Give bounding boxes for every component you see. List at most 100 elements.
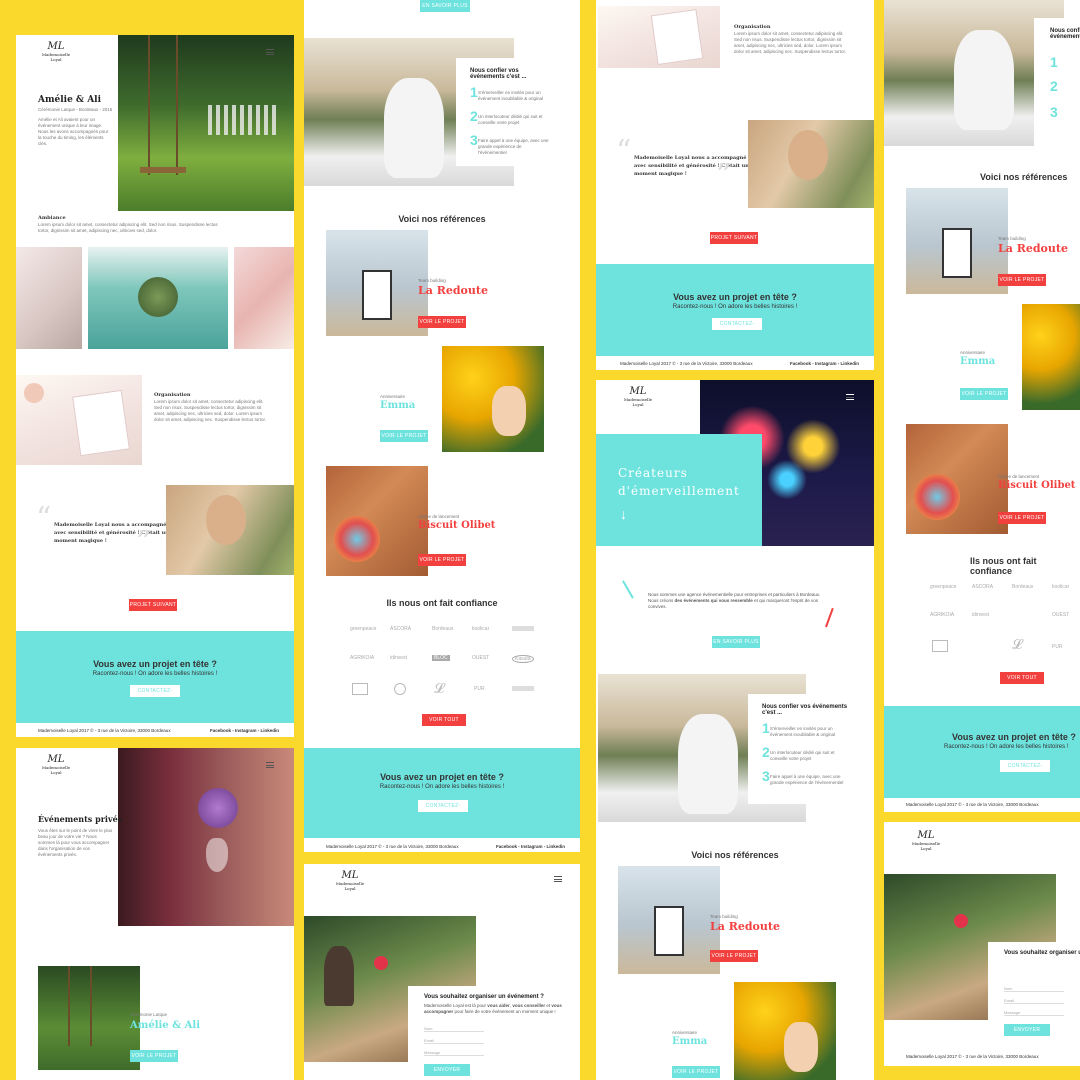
email-field[interactable]: Email [1004,998,1064,1004]
footer-address: Mademoiselle Loyal 2017 © - 3 rue de la … [326,844,459,849]
cta-band: Vous avez un projet en tête ? Racontez-n… [304,748,580,838]
orga-title: Organisation [734,24,771,30]
quote-mark-close: ” [716,158,732,193]
logo[interactable]: ML Mademoiselle Loyal [36,41,76,62]
ref-photo-redoute [618,866,720,974]
refs-title: Voici nos références [980,172,1068,182]
orga-text: Lorem ipsum dolor sit amet, consectetur … [734,31,847,54]
menu-icon[interactable] [554,876,562,882]
ref-name-1: La Redoute [418,284,488,297]
trust-card: Nous confier vos événements c'est ... 1 … [1034,18,1080,148]
partner-logo: greenpeace [350,626,377,632]
partner-logo [512,626,534,631]
ref-kicker: Cérémonie Laïque [130,1012,168,1017]
view-project-button-2[interactable]: VOIR LE PROJET [380,430,428,442]
message-field[interactable]: Message [424,1050,484,1056]
menu-icon[interactable] [266,762,274,768]
partner-logo: 𝓛 [1012,636,1023,652]
learn-more-button[interactable]: EN SAVOIR PLUS [712,636,760,648]
partner-logo: ASCORA [390,626,412,632]
cta-subtitle: Racontez-nous ! On adore les belles hist… [672,304,798,310]
learn-more-button[interactable]: EN SAVOIR PLUS [420,0,470,12]
logo[interactable]: ML Mademoiselle Loyal [618,386,658,407]
footer-address: Mademoiselle Loyal 2017 © - 3 rue de la … [38,728,171,733]
project-intro: Amélie et Ali avaient pour un événement … [38,117,109,146]
see-all-button[interactable]: VOIR TOUT [422,714,466,726]
partner-logo: greenpeace [930,584,957,590]
flower-vase-photo [118,748,294,926]
ref-photo-redoute [906,188,1008,294]
partner-logo: OUEST [472,655,490,661]
cta-subtitle: Racontez-nous ! On adore les belles hist… [379,784,505,790]
page-project-bottom: Organisation Lorem ipsum dolor sit amet,… [596,0,874,370]
trust-item-3: Faire appel à une équipe, avec une grand… [478,138,549,155]
partner-logo: 𝓛 [434,680,445,696]
message-field[interactable]: Message [1004,1010,1064,1016]
see-all-button[interactable]: VOIR TOUT [1000,672,1044,684]
partner-logo: ASCORA [972,584,994,590]
trust-item-1: S'émerveiller en invités pour un événeme… [770,726,836,737]
trust-item-2: Un interlocuteur dédié qui suit et conse… [770,750,835,761]
partner-logo: koolicar [472,626,490,632]
submit-button[interactable]: ENVOYER [1004,1024,1050,1036]
partner-logo [352,683,368,695]
ref-name-3: Biscuit Olibet [418,520,496,531]
ref-photo-emma [442,346,544,452]
contact-button[interactable]: CONTACTEZ-NOUS [1000,760,1050,781]
submit-button[interactable]: ENVOYER [424,1064,470,1076]
contact-button[interactable]: CONTACTEZ-NOUS [418,800,468,821]
project-title: Amélie & Ali [38,95,102,105]
next-project-button[interactable]: PROJET SUIVANT [710,232,758,244]
logo[interactable]: ML Mademoiselle Loyal [36,754,76,775]
ref-photo-olibet [906,424,1008,534]
view-project-button-3[interactable]: VOIR LE PROJET [998,512,1046,524]
trust-item-3: Faire appel à une équipe, avec une grand… [770,774,844,785]
contact-button[interactable]: CONTACTEZ-NOUS [130,685,180,706]
menu-icon[interactable] [266,49,274,55]
intro-text: Nous sommes une agence événementielle po… [648,592,821,609]
name-field[interactable]: Nom [1004,986,1064,992]
arrow-down-icon[interactable]: ↓ [620,506,627,522]
name-field[interactable]: Nom [424,1026,484,1032]
menu-icon[interactable] [846,394,854,400]
refs-title: Voici nos références [691,850,779,860]
swing-thumb [38,966,140,1070]
quote-mark-open: “ [36,501,52,536]
contact-card: Vous souhaitez organiser un événement ? … [988,942,1080,1042]
trust-title: Nous confier vos événements c'est ... [1050,28,1080,40]
footer-social[interactable]: Facebook - Instagram - Linkedin [790,361,859,366]
trust-num-2: 2 [762,744,770,760]
view-project-button-2[interactable]: VOIR LE PROJET [960,388,1008,400]
next-project-button[interactable]: PROJET SUIVANT [129,599,177,611]
footer-social[interactable]: Facebook - Instagram - Linkedin [210,728,279,733]
page-home-refs-mobile: Nous confier vos événements c'est ... 1 … [884,0,1080,812]
view-project-button-3[interactable]: VOIR LE PROJET [418,554,466,566]
couple-photo [748,120,874,208]
email-field[interactable]: Email [424,1038,484,1044]
cta-band: Vous avez un projet en tête ? Racontez-n… [884,706,1080,798]
logo[interactable]: ML Mademoiselle Loyal [330,870,370,891]
footer-social[interactable]: Facebook - Instagram - Linkedin [496,844,565,849]
section-text: Vous êtes sur le point de vivre le plus … [38,828,113,857]
partner-logo: OUEST [1052,612,1070,618]
view-project-button-1[interactable]: VOIR LE PROJET [998,274,1046,286]
page-contact: ML Mademoiselle Loyal Vous souhaitez org… [304,864,580,1080]
ambiance-title: Ambiance [38,215,66,221]
view-project-button[interactable]: VOIR LE PROJET [130,1050,178,1062]
ambiance-text: Lorem ipsum dolor sit amet, consectetur … [38,222,218,233]
view-project-button-1[interactable]: VOIR LE PROJET [418,316,466,328]
page-contact-mobile: ML Mademoiselle Loyal Vous souhaitez org… [884,822,1080,1066]
trust-item-2: Un interlocuteur dédié qui suit et conse… [478,114,543,125]
partner-logo [394,683,406,695]
ref-photo-emma [734,982,836,1080]
hero-title: Créateurs d'émerveillement [618,466,740,498]
trust-title: Nous confier vos événements c'est ... [762,704,848,716]
logo[interactable]: ML Mademoiselle Loyal [906,830,946,851]
view-project-button-2[interactable]: VOIR LE PROJET [672,1066,720,1078]
cta-subtitle: Racontez-nous ! On adore les belles hist… [944,744,1069,750]
view-project-button-1[interactable]: VOIR LE PROJET [710,950,758,962]
ref-name-1: La Redoute [998,242,1068,255]
refs-title: Voici nos références [398,214,486,224]
contact-button[interactable]: CONTACTEZ-NOUS [712,318,762,339]
footer-address: Mademoiselle Loyal 2017 © - 3 rue de la … [906,1054,1039,1059]
